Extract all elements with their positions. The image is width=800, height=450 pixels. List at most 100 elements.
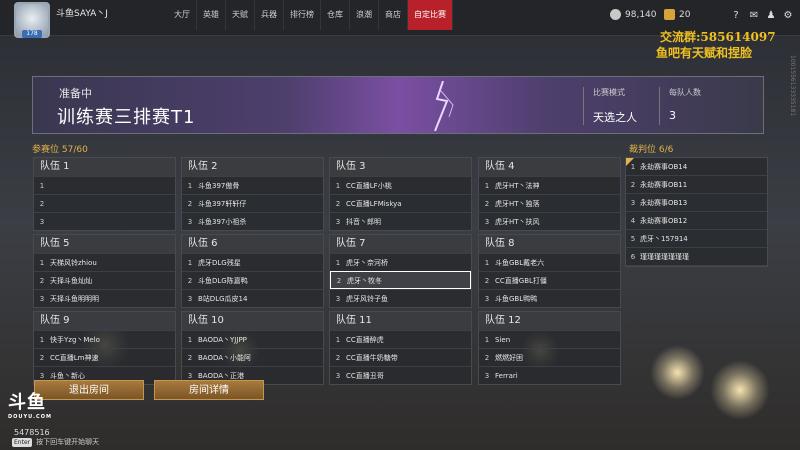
team-slot[interactable]: 1 天梯风铃zhiou (34, 253, 175, 271)
chat-bar[interactable]: Enter 按下回车键开始聊天 (12, 437, 99, 447)
slot-number: 6 (630, 253, 636, 261)
team-slot[interactable]: 1 快手Yzg丶Melo (34, 330, 175, 348)
team-slot[interactable]: 1 斗鱼397傲骨 (182, 176, 323, 194)
slot-number: 1 (335, 336, 341, 344)
nav-item-6[interactable]: 浪潮 (350, 0, 379, 30)
referee-slot[interactable]: 1 永劫赛事OB14 (626, 158, 767, 176)
team-slot[interactable]: 3 CC直播丑哥 (330, 366, 471, 384)
team-slot[interactable]: 3 抖音丶郎明 (330, 212, 471, 230)
slot-number: 3 (39, 218, 45, 226)
candle-glow (650, 345, 705, 400)
referee-slot[interactable]: 4 永劫赛事OB12 (626, 212, 767, 230)
player-name: CC直播Lm神速 (50, 354, 99, 362)
team-slot[interactable]: 2 BAODA丶小能阿 (182, 348, 323, 366)
team-slot[interactable]: 2 CC直播牛奶糖带 (330, 348, 471, 366)
team-slot[interactable]: 1 CC直播醉虎 (330, 330, 471, 348)
nav-item-0[interactable]: 大厅 (168, 0, 197, 30)
nav-item-5[interactable]: 仓库 (321, 0, 350, 30)
logo-sub: DOUYU.COM (8, 414, 52, 420)
player-name: 天择斗鱼明明明 (50, 295, 99, 303)
team-name: 队伍 9 (34, 312, 175, 330)
slot-number: 1 (335, 259, 341, 267)
nav-item-7[interactable]: 商店 (379, 0, 408, 30)
room-details-button[interactable]: 房间详情 (154, 380, 264, 400)
player-name: CC直播LFMiskya (346, 200, 402, 208)
team-slot[interactable]: 2 虎牙HT丶独落 (479, 194, 620, 212)
referee-name: 瑾瑾瑾瑾瑾瑾瑾 (640, 253, 689, 261)
team-slot[interactable]: 1 虎牙DLG残星 (182, 253, 323, 271)
nav-item-8[interactable]: 自定比赛 (408, 0, 453, 30)
team-size-label: 每队人数 (669, 88, 701, 97)
promo-group-text: 交流群:585614097 (660, 30, 776, 44)
nav-item-3[interactable]: 兵器 (255, 0, 284, 30)
team-slot[interactable]: 1 CC直播LF小桃 (330, 176, 471, 194)
candle-glow (710, 360, 770, 420)
team-card: 队伍 12 1 Sien 2 燃燃好困 3 Ferrari (478, 311, 621, 385)
avatar[interactable]: 178 (14, 2, 50, 38)
friends-icon[interactable]: ♟ (765, 10, 777, 22)
team-slot[interactable]: 1 Sien (479, 330, 620, 348)
referee-slot[interactable]: 2 永劫赛事OB11 (626, 176, 767, 194)
team-slot[interactable]: 3 (34, 212, 175, 230)
team-card: 队伍 10 1 BAODA丶YJJPP 2 BAODA丶小能阿 3 BAODA丶正港 (181, 311, 324, 385)
slot-number: 5 (630, 235, 636, 243)
team-slot[interactable]: 2 斗鱼DLG陈嘉鸭 (182, 271, 323, 289)
team-name: 队伍 1 (34, 158, 175, 176)
team-slot[interactable]: 1 虎牙HT丶法神 (479, 176, 620, 194)
divider (659, 87, 660, 125)
slot-number: 2 (335, 200, 341, 208)
team-name: 队伍 2 (182, 158, 323, 176)
team-slot[interactable]: 2 CC直播Lm神速 (34, 348, 175, 366)
team-slot[interactable]: 1 虎牙丶奈河桥 (330, 253, 471, 271)
slot-number: 3 (335, 218, 341, 226)
team-slot[interactable]: 3 斗鱼GBL鸭鸭 (479, 289, 620, 307)
team-slot[interactable]: 2 (34, 194, 175, 212)
slot-number: 1 (484, 336, 490, 344)
team-slot[interactable]: 1 (34, 176, 175, 194)
team-size-value: 3 (669, 109, 676, 122)
referee-slot[interactable]: 6 瑾瑾瑾瑾瑾瑾瑾 (626, 248, 767, 266)
settings-icon[interactable]: ⚙ (782, 10, 794, 22)
player-name: 虎牙丶奈河桥 (346, 259, 388, 267)
team-slot[interactable]: 2 天择斗鱼灿灿 (34, 271, 175, 289)
slot-number: 2 (187, 277, 193, 285)
slot-number: 1 (484, 182, 490, 190)
team-card: 队伍 6 1 虎牙DLG残星 2 斗鱼DLG陈嘉鸭 3 B站DLG瓜皮14 (181, 234, 324, 308)
player-name: 虎牙HT丶独落 (495, 200, 540, 208)
team-slot[interactable]: 2 CC直播LFMiskya (330, 194, 471, 212)
team-slot[interactable]: 2 虎牙丶牧冬 (330, 271, 471, 289)
nav-item-2[interactable]: 天赋 (226, 0, 255, 30)
team-slot[interactable]: 1 BAODA丶YJJPP (182, 330, 323, 348)
nav-item-1[interactable]: 英雄 (197, 0, 226, 30)
referee-slot[interactable]: 5 虎牙丶157914 (626, 230, 767, 248)
player-name: 虎牙HT丶扶风 (495, 218, 540, 226)
nav-item-4[interactable]: 排行榜 (284, 0, 321, 30)
match-banner: 准备中 训练赛三排赛T1 比赛模式 天选之人 每队人数 3 (32, 76, 764, 134)
referee-list: 1 永劫赛事OB14 2 永劫赛事OB11 3 永劫赛事OB13 4 永劫赛事OB12 5 虎牙丶… (625, 157, 768, 267)
team-slot[interactable]: 1 斗鱼GBL戴老六 (479, 253, 620, 271)
slot-number: 1 (187, 182, 193, 190)
referee-name: 永劫赛事OB11 (640, 181, 688, 189)
referee-slot[interactable]: 3 永劫赛事OB13 (626, 194, 767, 212)
team-slot[interactable]: 2 CC直播GBL打僵 (479, 271, 620, 289)
team-slot[interactable]: 2 燃燃好困 (479, 348, 620, 366)
player-name: 斗鱼GBL鸭鸭 (495, 295, 538, 303)
team-slot[interactable]: 3 Ferrari (479, 366, 620, 384)
team-slot[interactable]: 3 斗鱼397小祖杀 (182, 212, 323, 230)
team-name: 队伍 7 (330, 235, 471, 253)
team-slot[interactable]: 3 虎牙HT丶扶风 (479, 212, 620, 230)
player-name: 快手Yzg丶Melo (50, 336, 100, 344)
team-slot[interactable]: 3 虎牙风铃子鱼 (330, 289, 471, 307)
help-icon[interactable]: ? (730, 10, 742, 22)
team-slot[interactable]: 3 B站DLG瓜皮14 (182, 289, 323, 307)
referee-name: 虎牙丶157914 (640, 235, 688, 243)
player-name: 虎牙风铃子鱼 (346, 295, 388, 303)
player-name: 天择斗鱼灿灿 (50, 277, 92, 285)
mail-icon[interactable]: ✉ (748, 10, 760, 22)
team-slot[interactable]: 2 斗鱼397轩轩仔 (182, 194, 323, 212)
player-name: CC直播醉虎 (346, 336, 384, 344)
slot-number: 2 (335, 354, 341, 362)
team-slot[interactable]: 3 天择斗鱼明明明 (34, 289, 175, 307)
chat-hint: 按下回车键开始聊天 (36, 438, 100, 446)
slot-number: 2 (336, 277, 342, 285)
